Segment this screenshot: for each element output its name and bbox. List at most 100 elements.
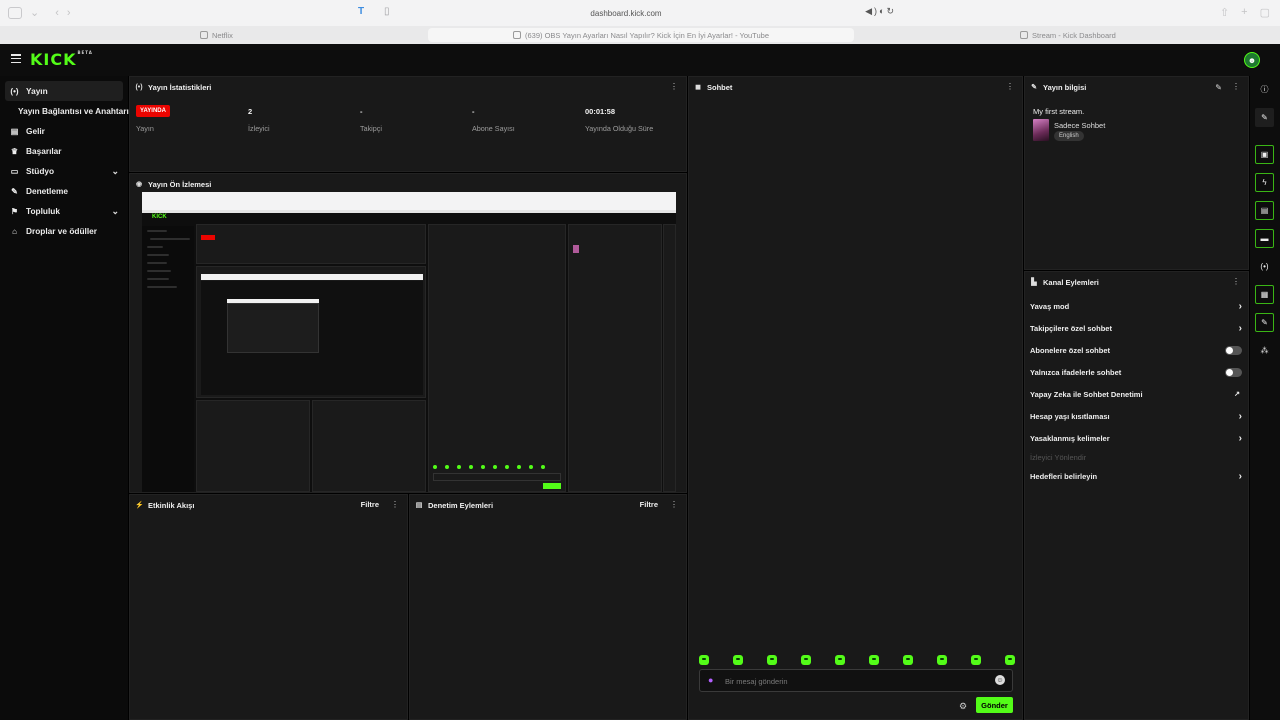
emote-icon[interactable] — [733, 655, 743, 665]
lightning-icon[interactable]: ϟ — [1255, 173, 1274, 192]
emote-icon[interactable] — [869, 655, 879, 665]
chevron-right-icon: › — [1238, 300, 1242, 312]
menu-icon[interactable] — [11, 54, 21, 63]
emote-icon[interactable] — [835, 655, 845, 665]
subscribers-only-toggle[interactable] — [1225, 345, 1242, 355]
filter-button[interactable]: Filtre — [640, 500, 658, 509]
chevron-down-icon[interactable]: ⌄ — [111, 166, 119, 177]
layout-icon[interactable]: ▦ — [1255, 285, 1274, 304]
sidebar-toggle-icon[interactable] — [8, 6, 22, 19]
back-icon[interactable]: ‹ — [55, 7, 59, 19]
action-slow-mode[interactable]: Yavaş mod › — [1030, 299, 1242, 313]
edit-icon[interactable]: ✎ — [1255, 108, 1274, 127]
kebab-menu-icon[interactable]: ⋮ — [1232, 278, 1240, 286]
sidebar-item-topluluk[interactable]: ⚑ Topluluk ⌄ — [5, 201, 123, 221]
chat-icon[interactable]: ▬ — [1255, 229, 1274, 248]
action-followers-only[interactable]: Takipçilere özel sohbet › — [1030, 321, 1242, 335]
sidebar: (•) Yayın Yayın Bağlantısı ve Anahtarı ▤… — [0, 76, 129, 720]
edit-icon[interactable]: ✎ — [1215, 83, 1222, 92]
tab-kick-dashboard[interactable]: Stream - Kick Dashboard — [1020, 28, 1116, 42]
kebab-menu-icon[interactable]: ⋮ — [1232, 83, 1240, 91]
sidebar-item-denetleme[interactable]: ✎ Denetleme — [5, 181, 123, 201]
emote-icon[interactable] — [937, 655, 947, 665]
stat-label: İzleyici — [248, 124, 270, 133]
kebab-menu-icon[interactable]: ⋮ — [670, 83, 678, 91]
activity-panel: ⚡ Etkinlik Akışı Filtre ⋮ — [129, 494, 408, 720]
preview-moderation — [312, 400, 426, 492]
emote-icon[interactable] — [1005, 655, 1015, 665]
youtube-icon — [512, 31, 521, 39]
panel-title: Yayın Ön İzlemesi — [148, 179, 212, 189]
action-set-goals[interactable]: Hedefleri belirleyin › — [1030, 469, 1242, 483]
tab-netflix[interactable]: Netflix — [200, 28, 233, 42]
actions-icon: ▙ — [1031, 279, 1037, 286]
address-bar[interactable]: T ▯ dashboard.kick.com ◀)◐↻ — [352, 5, 900, 21]
action-banned-words[interactable]: Yasaklanmış kelimeler › — [1030, 431, 1242, 445]
action-ai-moderation[interactable]: Yapay Zeka ile Sohbet Denetimi ↗ — [1030, 387, 1242, 401]
action-emotes-only: Yalnızca ifadelerle sohbet — [1030, 365, 1242, 379]
chat-panel: ◼ Sohbet ⋮ ● Bir mesaj gönderin ☺ ⚙ Gönd… — [688, 76, 1023, 720]
chevron-down-icon[interactable]: ⌄ — [30, 6, 39, 19]
sidebar-item-label: Denetleme — [26, 186, 68, 196]
category-thumbnail — [1033, 119, 1049, 141]
chat-icon: ◼ — [695, 84, 701, 91]
chat-input[interactable]: ● Bir mesaj gönderin ☺ — [699, 669, 1013, 692]
kick-logo[interactable]: KICKBETA — [30, 50, 93, 69]
send-button[interactable]: Gönder — [976, 697, 1013, 713]
action-account-age[interactable]: Hesap yaşı kısıtlaması › — [1030, 409, 1242, 423]
sidebar-item-basarilar[interactable]: ♛ Başarılar — [5, 141, 123, 161]
info-icon[interactable]: ⓘ — [1255, 80, 1274, 99]
category-name[interactable]: Sadece Sohbet — [1054, 121, 1105, 130]
new-tab-icon[interactable]: + — [1241, 6, 1247, 19]
panel-header: ◉ Yayın Ön İzlemesi — [130, 174, 686, 194]
broadcast-icon[interactable]: (•) — [1255, 257, 1274, 276]
emote-icon[interactable] — [903, 655, 913, 665]
emotes-only-toggle[interactable] — [1225, 367, 1242, 377]
emote-icon[interactable] — [699, 655, 709, 665]
emote-icon[interactable] — [971, 655, 981, 665]
kebab-menu-icon[interactable]: ⋮ — [670, 501, 678, 509]
page-icon: ▯ — [384, 6, 390, 17]
url-text[interactable]: dashboard.kick.com — [590, 9, 661, 18]
sidebar-item-stream-key[interactable]: Yayın Bağlantısı ve Anahtarı — [18, 106, 129, 116]
panel-title: Yayın bilgisi — [1043, 82, 1087, 92]
kebab-menu-icon[interactable]: ⋮ — [1006, 83, 1014, 91]
share-icon[interactable]: ⇧ — [1220, 6, 1229, 19]
sidebar-item-studyo[interactable]: ▭ Stüdyo ⌄ — [5, 161, 123, 181]
forward-icon[interactable]: › — [67, 7, 71, 19]
stream-preview[interactable]: KICK — [142, 192, 676, 492]
filter-button[interactable]: Filtre — [361, 500, 379, 509]
sidebar-item-droplar[interactable]: ⌂ Droplar ve ödüller — [5, 221, 123, 241]
clipboard-icon[interactable]: ▤ — [1255, 201, 1274, 220]
stat-label: Yayın — [136, 124, 154, 133]
sidebar-item-yayin[interactable]: (•) Yayın — [5, 81, 123, 101]
moderation-panel: ▤ Denetim Eylemleri Filtre ⋮ — [409, 494, 687, 720]
kick-dashboard: KICKBETA ☻ (•) Yayın Yayın Bağlantısı ve… — [0, 44, 1280, 720]
chevron-down-icon[interactable]: ⌄ — [111, 206, 119, 217]
stat-value: - — [472, 107, 475, 116]
tab-overview-icon[interactable]: ▢ — [1260, 6, 1270, 19]
preview-info — [568, 224, 662, 492]
gear-icon[interactable]: ⚙ — [959, 701, 967, 712]
wallet-icon: ▤ — [10, 126, 19, 136]
broadcast-icon: (•) — [135, 83, 143, 91]
microphone-icon[interactable]: ● — [708, 675, 713, 685]
stats-widget-icon[interactable]: ▣ — [1255, 145, 1274, 164]
tab-youtube[interactable]: (639) OBS Yayın Ayarları Nasıl Yapılır? … — [428, 28, 854, 42]
sidebar-item-label: Gelir — [26, 126, 45, 136]
community-icon: ⚑ — [10, 206, 19, 216]
sidebar-item-gelir[interactable]: ▤ Gelir — [5, 121, 123, 141]
translate-icon[interactable]: T — [358, 6, 364, 17]
wrench-icon[interactable]: ✎ — [1255, 313, 1274, 332]
panel-title: Etkinlik Akışı — [148, 500, 195, 510]
audio-icon[interactable]: ◀)◐↻ — [865, 6, 896, 17]
broadcast-icon: (•) — [10, 86, 19, 96]
avatar[interactable]: ☻ — [1244, 52, 1260, 68]
emoji-icon[interactable]: ☺ — [995, 675, 1005, 685]
gift-icon: ⌂ — [12, 226, 17, 236]
emote-icon[interactable] — [767, 655, 777, 665]
share-nodes-icon[interactable]: ⁂ — [1255, 341, 1274, 360]
lightning-icon: ⚡ — [135, 502, 144, 509]
kebab-menu-icon[interactable]: ⋮ — [391, 501, 399, 509]
emote-icon[interactable] — [801, 655, 811, 665]
